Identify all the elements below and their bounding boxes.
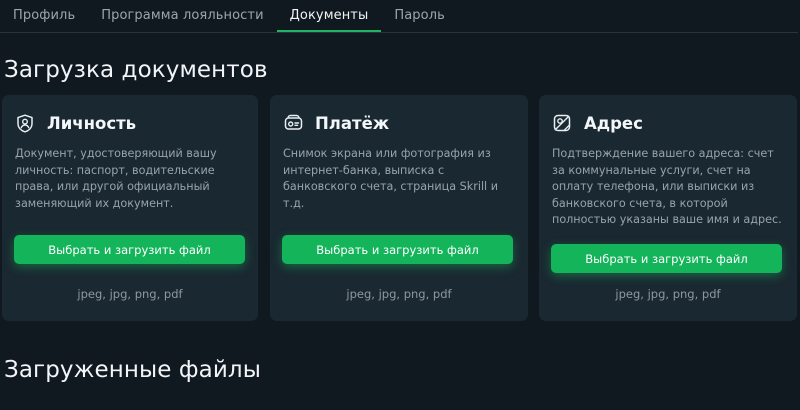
card-title: Адрес — [584, 113, 643, 133]
card-description: Документ, удостоверяющий вашу личность: … — [15, 147, 217, 210]
card-header: Личность — [15, 113, 136, 133]
tab-loyalty-program[interactable]: Программа лояльности — [101, 0, 263, 31]
card-header: Платёж — [283, 113, 389, 133]
uploaded-files-title: Загруженные файлы — [4, 357, 261, 383]
upload-identity-button[interactable]: Выбрать и загрузить файл — [14, 235, 245, 264]
upload-payment-button[interactable]: Выбрать и загрузить файл — [282, 235, 513, 264]
payment-card: Платёж Снимок экрана или фотография из и… — [270, 95, 528, 321]
allowed-formats: jpeg, jpg, png, pdf — [77, 287, 183, 301]
tab-documents[interactable]: Документы — [276, 0, 381, 32]
address-card: Адрес Подтверждение вашего адреса: счет … — [539, 95, 797, 321]
card-title: Платёж — [315, 113, 390, 133]
card-title: Личность — [47, 113, 137, 133]
address-map-icon — [552, 113, 572, 133]
allowed-formats: jpeg, jpg, png, pdf — [346, 287, 452, 301]
tab-profile[interactable]: Профиль — [13, 0, 75, 31]
upload-address-button[interactable]: Выбрать и загрузить файл — [551, 244, 782, 273]
card-description: Снимок экрана или фотография из интернет… — [283, 147, 498, 210]
tab-password[interactable]: Пароль — [394, 0, 445, 31]
tab-bar: Профиль Программа лояльности Документы П… — [0, 0, 798, 33]
payment-card-icon — [283, 113, 303, 133]
allowed-formats: jpeg, jpg, png, pdf — [615, 287, 721, 301]
card-description: Подтверждение вашего адреса: счет за ком… — [552, 147, 782, 226]
identity-card: Личность Документ, удостоверяющий вашу л… — [2, 95, 258, 321]
upload-section-title: Загрузка документов — [4, 57, 268, 83]
card-header: Адрес — [552, 113, 643, 133]
user-shield-icon — [15, 113, 35, 133]
